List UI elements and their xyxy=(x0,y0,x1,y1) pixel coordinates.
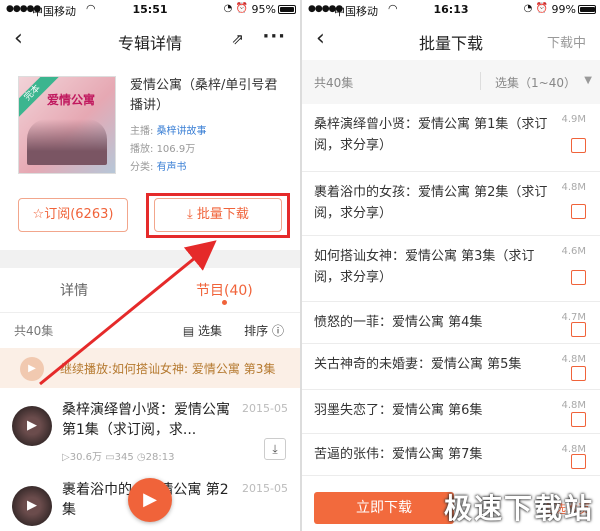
page-title: 专辑详情 xyxy=(117,34,182,53)
batch-episode-title: 裹着浴巾的女孩：爱情公寓 第2集（求订阅，求分享） xyxy=(314,185,548,221)
episode-duration: 28:13 xyxy=(145,452,175,463)
batch-episode-title: 如何搭讪女神：爱情公寓 第3集（求订阅，求分享） xyxy=(314,249,535,285)
download-now-button[interactable]: 立即下载 xyxy=(314,492,454,524)
cover-title: 爱情公寓 xyxy=(47,93,96,107)
episode-checkbox[interactable] xyxy=(571,322,586,337)
album-detail-screen: ●●●●● 中国移动 ◠ 15:51 ◔ ⏰ 95% ‹ 专辑详情 ⇗ ··· … xyxy=(0,0,300,531)
toolbar-separator xyxy=(480,72,481,90)
episode-size: 4.9M xyxy=(561,114,586,125)
chevron-down-icon[interactable]: ▼ xyxy=(584,75,592,86)
batch-episode-row[interactable]: 如何搭讪女神：爱情公寓 第3集（求订阅，求分享） 4.6M xyxy=(302,236,600,302)
select-label: 选集 xyxy=(197,324,222,338)
episode-row[interactable]: ▶ 桑梓演绎曾小贤：爱情公寓 第1集（求订阅，求... 2015-05 ▷30.… xyxy=(0,396,300,476)
episode-date: 2015-05 xyxy=(242,482,288,495)
album-header: 完本 爱情公寓 爱情公寓（桑梓/单引号君播讲） 主播: 桑梓讲故事 播放: 10… xyxy=(18,70,290,180)
battery-icon xyxy=(278,5,296,14)
resume-bar[interactable]: ▶ 继续播放:如何搭讪女神: 爱情公寓 第3集 xyxy=(0,348,300,388)
episode-checkbox[interactable] xyxy=(571,270,586,285)
batch-episode-title: 苦逼的张伟：爱情公寓 第7集 xyxy=(314,447,483,462)
episode-play-icon[interactable]: ▶ xyxy=(12,486,52,526)
tab-divider xyxy=(0,312,300,313)
battery-icon xyxy=(578,5,596,14)
episode-count: 共40集 xyxy=(314,76,354,90)
batch-toolbar: 共40集 选集（1~40） ▼ xyxy=(302,60,600,104)
status-bar: ●●●●● 中国移动 ◠ 16:13 ◔ ⏰ 99% xyxy=(302,0,600,20)
share-icon[interactable]: ⇗ xyxy=(231,30,244,48)
batch-download-screen: ●●●●● 中国移动 ◠ 16:13 ◔ ⏰ 99% ‹ 批量下载 下载中 共4… xyxy=(302,0,600,531)
alarm-icon: ◔ ⏰ xyxy=(523,3,548,14)
category-link[interactable]: 有声书 xyxy=(157,162,187,173)
episode-checkbox[interactable] xyxy=(571,204,586,219)
range-select[interactable]: 选集（1~40） xyxy=(495,74,576,91)
active-tab-indicator xyxy=(222,300,227,305)
floating-play-button[interactable]: ▶ xyxy=(128,478,172,522)
episode-toolbar: 共40集 ▤ 选集 排序 ⓘ xyxy=(14,322,292,340)
album-cover[interactable]: 完本 爱情公寓 xyxy=(18,76,116,174)
section-gap xyxy=(0,250,300,268)
downloading-button[interactable]: 下载中 xyxy=(547,32,586,51)
episode-play-icon[interactable]: ▶ xyxy=(12,406,52,446)
episode-date: 2015-05 xyxy=(242,402,288,415)
host-label: 主播: xyxy=(130,126,154,137)
watermark-logo: 极速下载站 xyxy=(443,492,594,525)
batch-episode-title: 愤怒的一菲：爱情公寓 第4集 xyxy=(314,315,483,330)
alarm-icon: ◔ ⏰ xyxy=(223,3,248,14)
plays-value: 106.9万 xyxy=(156,144,196,155)
episode-size: 4.8M xyxy=(561,354,586,365)
batch-episode-title: 羽墨失恋了：爱情公寓 第6集 xyxy=(314,403,483,418)
episode-checkbox[interactable] xyxy=(571,138,586,153)
batch-episode-title: 关古神奇的未婚妻：爱情公寓 第5集 xyxy=(314,357,522,372)
episode-checkbox[interactable] xyxy=(571,366,586,381)
batch-episode-row[interactable]: 裹着浴巾的女孩：爱情公寓 第2集（求订阅，求分享） 4.8M xyxy=(302,172,600,236)
batch-episode-title: 桑梓演绎曾小贤：爱情公寓 第1集（求订阅，求分享） xyxy=(314,117,548,153)
nav-bar: ‹ 批量下载 下载中 xyxy=(302,20,600,60)
episode-size: 4.8M xyxy=(561,400,586,411)
host-line: 主播: 桑梓讲故事 xyxy=(130,122,207,137)
batch-episode-row[interactable]: 苦逼的张伟：爱情公寓 第7集 4.8M xyxy=(302,434,600,476)
category-label: 分类: xyxy=(130,162,154,173)
episode-checkbox[interactable] xyxy=(571,454,586,469)
batch-episode-row[interactable]: 关古神奇的未婚妻：爱情公寓 第5集 4.8M xyxy=(302,344,600,390)
more-icon[interactable]: ··· xyxy=(262,26,286,47)
plays-line: 播放: 106.9万 xyxy=(130,140,195,155)
nav-bar: ‹ 专辑详情 ⇗ ··· xyxy=(0,20,300,60)
episode-checkbox[interactable] xyxy=(571,412,586,427)
episode-size: 4.6M xyxy=(561,246,586,257)
select-episodes-button[interactable]: ▤ 选集 xyxy=(183,322,222,339)
battery-percent: 99% xyxy=(551,3,576,16)
resume-play-icon[interactable]: ▶ xyxy=(20,357,44,381)
battery-percent: 95% xyxy=(251,3,276,16)
tab-detail[interactable]: 详情 xyxy=(60,280,88,300)
batch-episode-row[interactable]: 愤怒的一菲：爱情公寓 第4集 4.7M xyxy=(302,302,600,344)
status-bar: ●●●●● 中国移动 ◠ 15:51 ◔ ⏰ 95% xyxy=(0,0,300,20)
album-title: 爱情公寓（桑梓/单引号君播讲） xyxy=(130,78,278,113)
subscribe-button[interactable]: ☆订阅(6263) xyxy=(18,198,128,232)
episode-plays: 30.6万 xyxy=(69,452,102,463)
category-line: 分类: 有声书 xyxy=(130,158,187,173)
episode-stats: ▷30.6万 ▭345 ◷28:13 xyxy=(62,452,175,463)
episode-size: 4.8M xyxy=(561,182,586,193)
resume-text: 继续播放:如何搭讪女神: 爱情公寓 第3集 xyxy=(60,362,276,376)
sort-button[interactable]: 排序 ⓘ xyxy=(244,322,284,339)
episode-count: 共40集 xyxy=(14,324,54,338)
highlight-box xyxy=(146,193,290,238)
cover-art xyxy=(27,119,107,165)
plays-label: 播放: xyxy=(130,144,154,155)
host-link[interactable]: 桑梓讲故事 xyxy=(157,126,207,137)
sort-label: 排序 xyxy=(244,324,269,338)
episode-title: 桑梓演绎曾小贤：爱情公寓 第1集（求订阅，求... xyxy=(62,402,230,438)
tab-programs[interactable]: 节目(40) xyxy=(196,280,253,300)
episode-comments: 345 xyxy=(114,452,134,463)
batch-episode-row[interactable]: 桑梓演绎曾小贤：爱情公寓 第1集（求订阅，求分享） 4.9M xyxy=(302,104,600,172)
episode-download-icon[interactable]: ⤓ xyxy=(264,438,286,460)
batch-episode-row[interactable]: 羽墨失恋了：爱情公寓 第6集 4.8M xyxy=(302,390,600,434)
